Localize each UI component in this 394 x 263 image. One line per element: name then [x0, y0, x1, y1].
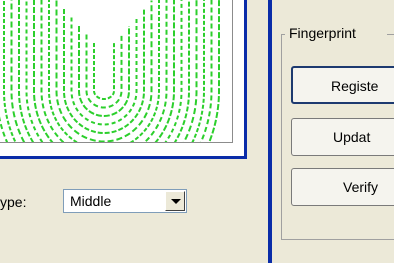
- group-border: [387, 34, 394, 35]
- fingerprint-ridge: [18, 0, 190, 156]
- fingerprint-ridge: [93, 43, 115, 100]
- register-button[interactable]: Registe: [291, 66, 394, 104]
- group-border: [281, 34, 282, 239]
- fingerprint-frame: [0, 0, 247, 159]
- verify-button-label: Verify: [343, 179, 379, 195]
- chevron-down-icon[interactable]: [165, 191, 185, 211]
- left-panel: ype: Middle: [0, 0, 268, 263]
- finger-type-select[interactable]: Middle: [63, 189, 187, 213]
- update-button-label: Updat: [333, 129, 371, 145]
- fingerprint-image: [0, 0, 233, 156]
- fingerprint-ridge: [40, 0, 168, 156]
- register-button-label: Registe: [331, 78, 379, 94]
- finger-type-value: Middle: [70, 193, 112, 209]
- fingerprint-ridge: [63, 9, 145, 134]
- fingerprint-ridge: [0, 0, 220, 156]
- group-border: [281, 239, 394, 240]
- fingerprint-group-title: Fingerprint: [287, 24, 358, 42]
- verify-button[interactable]: Verify: [291, 168, 394, 206]
- fingerprint-ridge: [85, 34, 123, 109]
- fingerprint-image: [0, 0, 220, 156]
- update-button[interactable]: Updat: [291, 118, 394, 156]
- fingerprint-ridge: [33, 0, 175, 156]
- right-panel: Fingerprint Registe Updat Verify: [272, 0, 394, 263]
- finger-type-label: ype:: [0, 194, 27, 210]
